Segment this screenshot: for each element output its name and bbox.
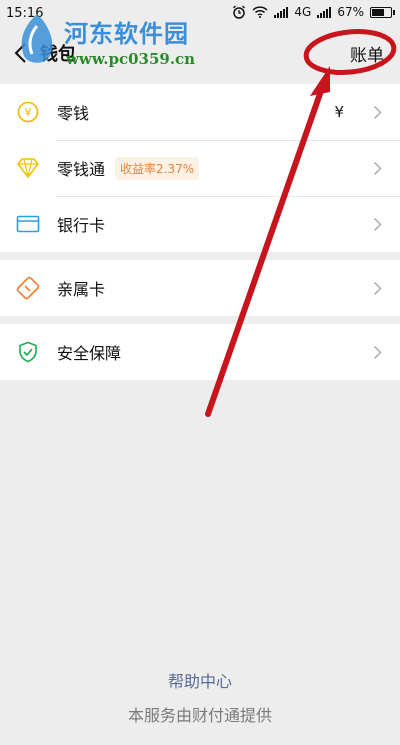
chevron-right-icon <box>373 281 382 295</box>
status-icons: 4G 67% <box>232 5 395 19</box>
alarm-icon <box>233 5 246 19</box>
menu-item-label: 零钱通 <box>57 160 106 179</box>
chevron-right-icon <box>373 161 382 175</box>
menu-item-label: 安全保障 <box>57 344 122 363</box>
diamond-icon <box>16 156 40 180</box>
family-card-icon <box>16 276 40 300</box>
menu-item-family-card[interactable]: 亲属卡 <box>0 260 400 316</box>
chevron-right-icon <box>373 217 382 231</box>
menu-item-label: 零钱 <box>57 104 90 123</box>
svg-text:¥: ¥ <box>25 106 32 119</box>
back-icon[interactable] <box>10 38 32 68</box>
page-title: 钱包 <box>40 44 76 65</box>
signal-2-icon <box>317 6 332 18</box>
bank-card-icon <box>16 212 40 236</box>
menu-item-change[interactable]: ¥ 零钱 ¥ <box>0 84 400 140</box>
menu-item-label: 银行卡 <box>57 216 106 235</box>
menu-item-security[interactable]: 安全保障 <box>0 324 400 380</box>
yen-icon: ¥ <box>16 100 40 124</box>
signal-icon <box>274 6 289 18</box>
service-provider-note: 本服务由财付通提供 <box>127 706 272 725</box>
shield-icon <box>16 340 40 364</box>
wallet-menu-group-1: ¥ 零钱 ¥ 零钱通 收益率2.37% 银行卡 <box>0 84 400 252</box>
chevron-right-icon <box>373 345 382 359</box>
battery-icon <box>370 6 395 18</box>
chevron-right-icon <box>373 105 382 119</box>
status-time: 15:16 <box>6 6 44 21</box>
menu-item-label: 亲属卡 <box>57 280 106 299</box>
yield-rate-badge: 收益率2.37% <box>115 156 200 180</box>
battery-percent: 67% <box>337 5 364 19</box>
menu-item-bank-card[interactable]: 银行卡 <box>0 196 400 252</box>
wallet-menu-group-2: 亲属卡 <box>0 260 400 316</box>
wifi-icon <box>252 6 268 18</box>
header-bar: 钱包 账单 <box>0 28 400 78</box>
help-center-link[interactable]: 帮助中心 <box>0 668 400 692</box>
bill-button[interactable]: 账单 <box>350 41 384 66</box>
change-balance: ¥ <box>334 103 344 121</box>
status-bar: 15:16 4G 67% <box>0 0 400 28</box>
wallet-menu-group-3: 安全保障 <box>0 324 400 380</box>
network-type: 4G <box>294 5 312 19</box>
menu-item-lingqiantong[interactable]: 零钱通 收益率2.37% <box>0 140 400 196</box>
